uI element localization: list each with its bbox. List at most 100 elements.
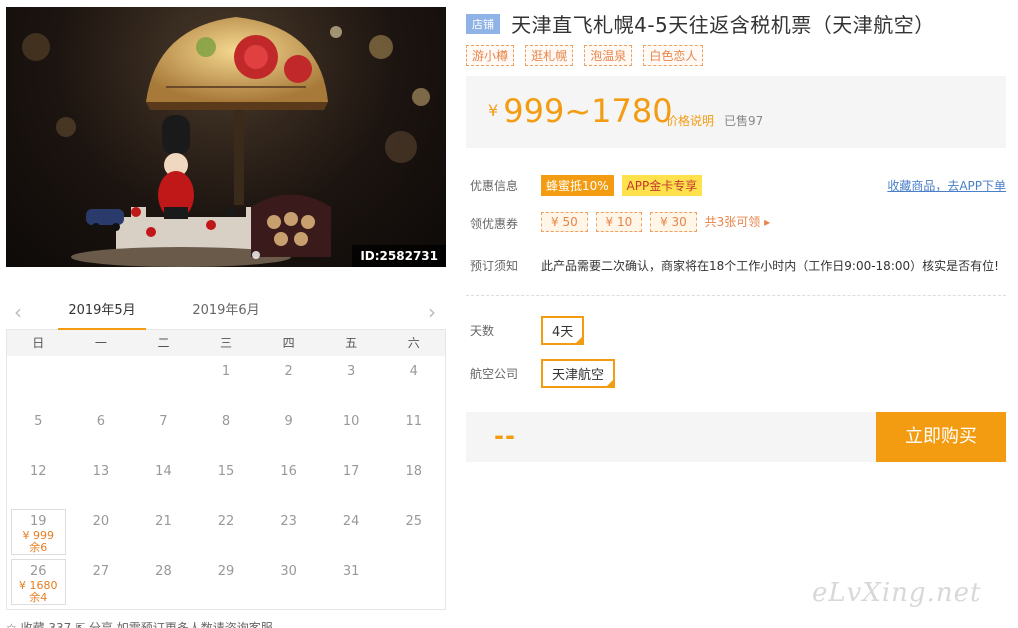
- product-tags: 游小樽 逛札幌 泡温泉 白色恋人: [466, 45, 709, 66]
- sold-count: 已售97: [724, 114, 764, 128]
- day-number: 26: [30, 564, 47, 579]
- product-image[interactable]: ID:2582731: [6, 7, 446, 267]
- product-tag[interactable]: 游小樽: [466, 45, 515, 66]
- tab-month-june[interactable]: 2019年6月: [186, 302, 266, 330]
- calendar-day: 28: [132, 556, 195, 606]
- calendar-day: 12: [7, 456, 70, 506]
- day-number: 13: [92, 464, 110, 479]
- calendar-day[interactable]: 19 ¥ 999 余6: [7, 506, 70, 556]
- price-range: 999~1780: [503, 92, 673, 130]
- calendar-day: 5: [7, 406, 70, 456]
- calendar-day: 9: [257, 406, 320, 456]
- calendar-day: 6: [70, 406, 133, 456]
- day-number: 1: [221, 364, 231, 379]
- price-calendar: ‹ 2019年5月 2019年6月 › 日 一 二 三 四 五 六 123456…: [6, 296, 446, 628]
- discount-chip: 蜂蜜抵10%: [541, 175, 614, 196]
- calendar-week-row: 12 13 14 15 16 17 18: [7, 456, 445, 506]
- calendar-day: 13: [70, 456, 133, 506]
- coupon-label: 领优惠券: [470, 217, 519, 231]
- weekday: 五: [345, 336, 358, 350]
- calendar-day: 7: [132, 406, 195, 456]
- day-number: 21: [155, 514, 172, 529]
- day-number: 18: [405, 464, 423, 479]
- calendar-day: 16: [257, 456, 320, 506]
- calendar-day: 2: [257, 356, 320, 406]
- calendar-day: 17: [320, 456, 383, 506]
- calendar-day: 14: [132, 456, 195, 506]
- image-id-label: ID:2582731: [352, 245, 446, 267]
- calendar-footer: ☆ 收藏 337 ⇱ 分享 如需预订更多人数请咨询客服: [6, 621, 273, 628]
- buy-now-button[interactable]: 立即购买: [876, 412, 1006, 462]
- calendar-day[interactable]: 26 ¥ 1680 余4: [7, 556, 70, 606]
- notice-label: 预订须知: [470, 259, 519, 273]
- watermark-logo: eLvXing.net: [812, 578, 982, 608]
- calendar-day: 20: [70, 506, 133, 556]
- price: ¥ 999~1780: [488, 92, 673, 130]
- favorite-product-link[interactable]: 收藏商品，去APP下单: [887, 177, 1006, 194]
- coupon[interactable]: ¥ 30: [650, 212, 697, 232]
- day-number: 7: [159, 414, 168, 429]
- calendar-day: 10: [320, 406, 383, 456]
- coupon[interactable]: ¥ 10: [595, 212, 643, 232]
- day-number: 25: [405, 514, 423, 529]
- calendar-week-row: 19 ¥ 999 余6 20 21 22 23 24 25: [7, 506, 445, 556]
- calendar-empty-cell: [7, 356, 70, 406]
- airline-label: 航空公司: [470, 367, 519, 381]
- coupon[interactable]: ¥ 50: [541, 212, 588, 232]
- calendar-day: 30: [257, 556, 320, 606]
- day-remaining: 余6: [29, 541, 48, 554]
- calendar-day: 24: [320, 506, 383, 556]
- product-tag[interactable]: 白色恋人: [643, 45, 704, 66]
- calendar-empty-cell: [132, 356, 195, 406]
- weekday: 四: [282, 336, 295, 350]
- day-number: 14: [155, 464, 172, 479]
- tab-month-may[interactable]: 2019年5月: [58, 302, 146, 330]
- shop-badge[interactable]: 店铺: [466, 14, 500, 34]
- weekday: 六: [407, 336, 420, 350]
- calendar-day: 21: [132, 506, 195, 556]
- day-number: 22: [217, 514, 235, 529]
- calendar-week-row: 5 6 7 8 9 10 11: [7, 406, 445, 456]
- weekday: 二: [157, 336, 170, 350]
- days-value: 4天: [552, 325, 574, 340]
- day-number: 31: [342, 564, 360, 579]
- weekday: 日: [32, 336, 45, 350]
- product-tag[interactable]: 泡温泉: [584, 45, 633, 66]
- calendar-day: 23: [257, 506, 320, 556]
- day-number: 30: [280, 564, 297, 579]
- calendar-day: 8: [195, 406, 258, 456]
- day-number: 16: [280, 464, 297, 479]
- calendar-day: 1: [195, 356, 258, 406]
- discount-label: 优惠信息: [470, 179, 519, 193]
- day-number: 11: [405, 414, 423, 429]
- divider: [466, 295, 1006, 296]
- calendar-day: 29: [195, 556, 258, 606]
- calendar-day: 11: [382, 406, 445, 456]
- calendar-days: 1 2 3 4 5 6 7 8 9 10 11 12 13 14 15 16 17 18 19 ¥ 999 余6 20 21…: [7, 356, 445, 606]
- day-number: 24: [342, 514, 360, 529]
- calendar-grid: 日 一 二 三 四 五 六 1 2 3 4 5 6 7 8 9 10 11 12 13 14 15 16 17 1…: [6, 330, 446, 610]
- more-coupons-link[interactable]: 共3张可领 ▸: [705, 215, 770, 229]
- calendar-empty-cell: [382, 556, 445, 606]
- buy-bar: -- 立即购买: [466, 412, 1006, 462]
- prev-month-chevron-icon[interactable]: ‹: [14, 302, 22, 322]
- day-number: 12: [30, 464, 47, 479]
- weekday: 三: [220, 336, 233, 350]
- product-title-row: 店铺 天津直飞札幌4-5天往返含税机票（天津航空）: [466, 9, 1006, 37]
- calendar-day: 4: [382, 356, 445, 406]
- product-title: 天津直飞札幌4-5天往返含税机票（天津航空）: [511, 13, 935, 37]
- day-number: 6: [96, 414, 105, 429]
- day-number: 8: [221, 414, 231, 429]
- selected-corner-icon: [605, 378, 616, 388]
- calendar-day: 18: [382, 456, 445, 506]
- product-tag[interactable]: 逛札幌: [525, 45, 574, 66]
- days-option[interactable]: 4天: [541, 316, 585, 345]
- calendar-day: 15: [195, 456, 258, 506]
- price-explanation-link[interactable]: 价格说明: [666, 112, 714, 129]
- airline-option[interactable]: 天津航空: [541, 359, 616, 388]
- day-number: 5: [34, 414, 43, 429]
- selected-corner-icon: [574, 335, 585, 345]
- next-month-chevron-icon[interactable]: ›: [428, 302, 436, 322]
- weekday: 一: [94, 336, 107, 350]
- day-number: 20: [92, 514, 110, 529]
